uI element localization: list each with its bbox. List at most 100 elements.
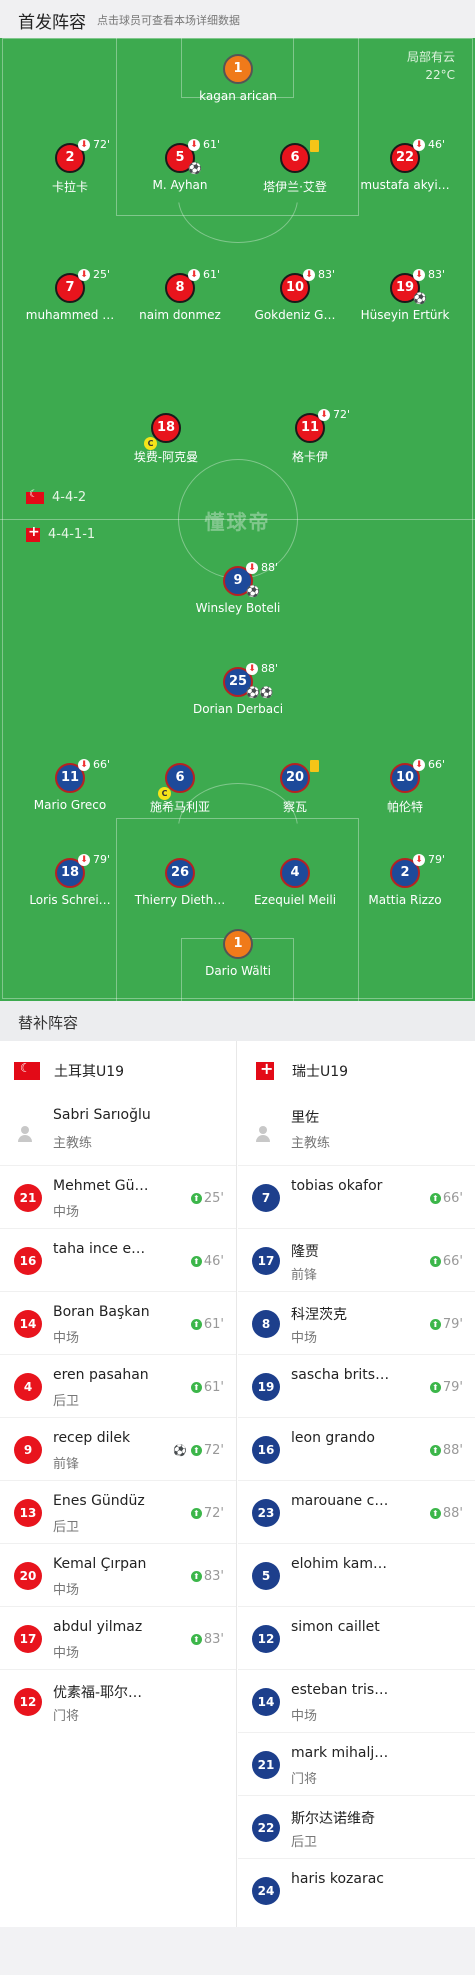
sub-in-icon: ⬆ [190, 1193, 202, 1204]
sub-name: elohim kamoko [291, 1556, 391, 1572]
player-marker[interactable]: 4 Ezequiel Meili [240, 858, 350, 907]
sub-name: 隆贾 [291, 1244, 319, 1260]
player-name: Dario Wälti [205, 964, 271, 978]
player-marker[interactable]: 20 察瓦 [240, 760, 350, 815]
sub-in-icon: ⬆ [190, 1571, 202, 1582]
header-hint: 点击球员可查看本场详细数据 [97, 14, 240, 27]
substitute-row[interactable]: 12 优素福-耶尔… 门将 [0, 1669, 236, 1732]
substitute-row[interactable]: 16 taha ince emre ⬆ 46' [0, 1228, 236, 1291]
sub-in-icon: ⬆ [190, 1382, 202, 1393]
substitute-row[interactable]: 14 Boran Başkan 中场 ⬆ 61' [0, 1291, 236, 1354]
sub-out-icon: ⬇ [413, 758, 425, 771]
away-coach[interactable]: 里佐 主教练 [238, 1101, 475, 1165]
substitute-row[interactable]: 19 sascha britsc… ⬆ 79' [238, 1354, 475, 1417]
player-marker[interactable]: 11 Mario Greco ⬇ 66' [15, 758, 125, 812]
substitute-row[interactable]: 21 mark mihaljevic 门将 [238, 1732, 475, 1795]
yellow-card-icon [310, 760, 319, 772]
substitute-row[interactable]: 4 eren pasahan 后卫 ⬆ 61' [0, 1354, 236, 1417]
substitute-row[interactable]: 5 elohim kamoko [238, 1543, 475, 1606]
sub-name: abdul yilmaz [53, 1619, 143, 1635]
sub-in-icon: ⬆ [429, 1319, 441, 1330]
substitute-row[interactable]: 16 leon grando ⬆ 88' [238, 1417, 475, 1480]
substitute-row[interactable]: 20 Kemal Çırpan 中场 ⬆ 83' [0, 1543, 236, 1606]
sub-out-icon: ⬇ [78, 138, 90, 151]
sub-in-time: ⬆ 66' [429, 1191, 463, 1206]
subs-header: 替补阵容 [0, 1001, 475, 1041]
substitute-row[interactable]: 7 tobias okafor ⬆ 66' [238, 1165, 475, 1228]
sub-position: 中场 [291, 1709, 318, 1724]
player-marker[interactable]: 2 Mattia Rizzo ⬇ 79' [350, 853, 460, 907]
substitution-indicator: ⬇ 88' [246, 561, 278, 574]
sub-number: 21 [252, 1751, 280, 1779]
sub-name: Enes Gündüz [53, 1493, 145, 1509]
substitute-row[interactable]: 17 abdul yilmaz 中场 ⬆ 83' [0, 1606, 236, 1669]
player-marker[interactable]: 10 Gokdeniz G… ⬇ 83' [240, 268, 350, 322]
player-marker[interactable]: 9 Winsley Boteli ⬇ 88' ⚽ [183, 561, 293, 615]
sub-minute: 25' [93, 268, 111, 281]
player-marker[interactable]: 2 卡拉卡 ⬇ 72' [15, 138, 125, 195]
player-marker[interactable]: 22 mustafa akyi… ⬇ 46' [350, 138, 460, 192]
substitute-row[interactable]: 24 haris kozarac [238, 1858, 475, 1921]
player-marker[interactable]: 19 Hüseyin Ertürk ⬇ 83' ⚽ [350, 268, 460, 322]
player-name: Winsley Boteli [195, 601, 281, 615]
turkey-flag-icon [26, 489, 44, 504]
away-team-row[interactable]: 瑞士U19 [238, 1041, 475, 1101]
home-subs-column: 土耳其U19 Sabri Sarıoğlu 主教练 21 Mehmet Güneş… [0, 1041, 237, 1927]
player-marker[interactable]: 10 帕伦特 ⬇ 66' [350, 758, 460, 815]
sub-minute: 72' [93, 138, 111, 151]
home-team-row[interactable]: 土耳其U19 [0, 1041, 236, 1101]
player-name: 卡拉卡 [51, 180, 88, 194]
substitute-row[interactable]: 9 recep dilek 前锋 ⚽ ⬆ 72' [0, 1417, 236, 1480]
player-name: 帕伦特 [386, 800, 423, 814]
sub-number: 14 [252, 1688, 280, 1716]
player-name: Gokdeniz G… [254, 308, 336, 322]
substitute-row[interactable]: 17 隆贾 前锋 ⬆ 66' [238, 1228, 475, 1291]
player-marker[interactable]: 11 格卡伊 ⬇ 72' [255, 408, 365, 465]
sub-number: 7 [252, 1184, 280, 1212]
player-marker[interactable]: 26 Thierry Dieth… [125, 858, 235, 907]
substitute-row[interactable]: 12 simon caillet [238, 1606, 475, 1669]
player-number: 20 [280, 763, 310, 793]
player-name: Thierry Dieth… [134, 893, 226, 907]
substitution-indicator: ⬇ 88' [246, 662, 278, 675]
sub-in-icon: ⬆ [429, 1256, 441, 1267]
player-marker[interactable]: 8 naim donmez ⬇ 61' [125, 268, 235, 322]
home-formation-label: 4-4-2 [52, 490, 87, 505]
substitute-row[interactable]: 21 Mehmet Güneş 中场 ⬆ 25' [0, 1165, 236, 1228]
coach-name: 里佐 [291, 1110, 319, 1126]
substitute-row[interactable]: 23 marouane cal… ⬆ 88' [238, 1480, 475, 1543]
away-subs-list: 7 tobias okafor ⬆ 66' 17 隆贾 前锋 ⬆ 66' 8 科涅茨克 中场 ⬆ 79' 1… [238, 1165, 475, 1921]
substitute-row[interactable]: 14 esteban trista… 中场 [238, 1669, 475, 1732]
away-subs-column: 瑞士U19 里佐 主教练 7 tobias okafor ⬆66' 17隆贾前锋⬆66… [238, 1041, 475, 1927]
substitute-row[interactable]: 13 Enes Gündüz 后卫 ⬆ 72' [0, 1480, 236, 1543]
player-marker[interactable]: 25 Dorian Derbaci ⬇ 88' ⚽⚽ [183, 662, 293, 716]
player-marker[interactable]: 1 kagan arican [183, 54, 293, 103]
player-name: 塔伊兰·艾登 [263, 180, 327, 194]
player-marker[interactable]: 5 M. Ayhan ⬇ 61' ⚽ [125, 138, 235, 192]
player-marker[interactable]: 18 埃费-阿克曼 C [111, 413, 221, 465]
player-name: naim donmez [139, 308, 221, 322]
sub-out-icon: ⬇ [303, 268, 315, 281]
home-coach[interactable]: Sabri Sarıoğlu 主教练 [0, 1101, 236, 1165]
player-marker[interactable]: 6 塔伊兰·艾登 [240, 140, 350, 195]
sub-number: 13 [14, 1499, 42, 1527]
sub-position: 中场 [53, 1205, 80, 1220]
sub-number: 12 [252, 1625, 280, 1653]
sub-in-minute: 88' [442, 1506, 463, 1521]
player-marker[interactable]: 6 施希马利亚 C [125, 763, 235, 815]
player-marker[interactable]: 1 Dario Wälti [183, 929, 293, 978]
sub-in-time: ⬆ 72' [190, 1506, 224, 1521]
player-marker[interactable]: 18 Loris Schrei… ⬇ 79' [15, 853, 125, 907]
captain-badge: C [144, 437, 157, 450]
substitute-row[interactable]: 8 科涅茨克 中场 ⬆ 79' [238, 1291, 475, 1354]
player-name: M. Ayhan [152, 178, 208, 192]
player-marker[interactable]: 7 muhammed … ⬇ 25' [15, 268, 125, 322]
sub-in-minute: 79' [442, 1317, 463, 1332]
captain-badge: C [158, 787, 171, 800]
sub-name: eren pasahan [53, 1367, 149, 1383]
sub-in-time: ⬆ 25' [190, 1191, 224, 1206]
sub-name: tobias okafor [291, 1178, 383, 1194]
substitute-row[interactable]: 22 斯尔达诺维奇 后卫 [238, 1795, 475, 1858]
sub-in-minute: 72' [203, 1443, 224, 1458]
substitution-indicator: ⬇ 72' [78, 138, 110, 151]
